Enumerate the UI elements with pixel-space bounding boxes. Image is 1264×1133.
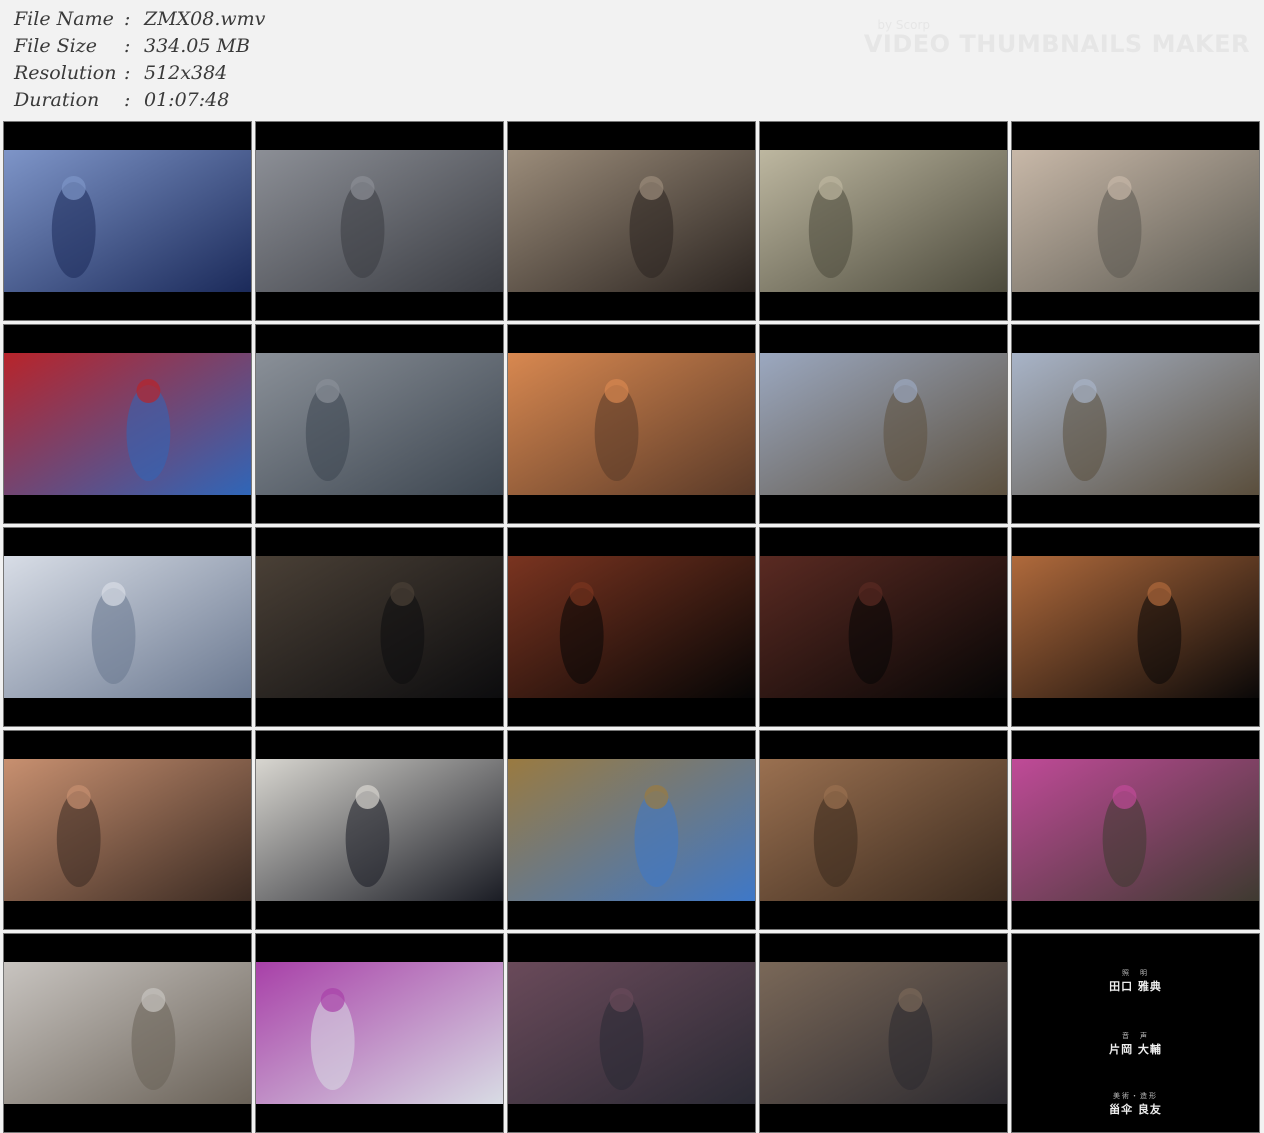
video-thumbnail [1011, 527, 1260, 727]
info-value: 512x384 [144, 62, 228, 84]
file-info-panel: File Name : ZMX08.wmv File Size : 334.05… [14, 6, 265, 114]
thumbnail-frame [760, 962, 1007, 1104]
video-thumbnail [759, 121, 1008, 321]
info-row-file-name: File Name : ZMX08.wmv [14, 6, 265, 33]
credit-role: 照 明 [1122, 969, 1149, 977]
video-thumbnail [1011, 730, 1260, 930]
thumbnail-frame [508, 556, 755, 698]
credit-entry: 美術・造形甾伞 良友 [1012, 1091, 1259, 1117]
thumbnail-frame [1012, 353, 1259, 495]
thumbnail-frame [760, 556, 1007, 698]
info-separator: : [124, 62, 131, 84]
info-key: Resolution [14, 62, 117, 84]
credit-name: 甾伞 良友 [1109, 1103, 1162, 1116]
video-thumbnail [507, 121, 756, 321]
video-thumbnail [759, 730, 1008, 930]
thumbnail-frame [1012, 759, 1259, 901]
video-thumbnail [759, 527, 1008, 727]
watermark-title: VIDEO THUMBNAILS MAKER [863, 30, 1250, 58]
thumbnail-frame [256, 150, 503, 292]
video-thumbnail [507, 933, 756, 1133]
thumbnail-frame [256, 353, 503, 495]
info-value: ZMX08.wmv [144, 8, 266, 30]
video-thumbnail [1011, 324, 1260, 524]
credit-role: 美術・造形 [1113, 1092, 1158, 1100]
thumbnail-frame [4, 353, 251, 495]
thumbnail-frame [256, 556, 503, 698]
watermark: by Scorp VIDEO THUMBNAILS MAKER [864, 18, 1250, 56]
thumbnail-frame [508, 353, 755, 495]
video-thumbnail [255, 121, 504, 321]
video-thumbnail [759, 324, 1008, 524]
video-thumbnail [759, 933, 1008, 1133]
thumbnail-frame [4, 150, 251, 292]
thumbnail-frame [4, 556, 251, 698]
credit-entry: 照 明田口 雅典 [1012, 968, 1259, 994]
video-thumbnail [3, 527, 252, 727]
thumbnail-frame [1012, 556, 1259, 698]
video-thumbnail [255, 527, 504, 727]
credit-entry: 音 声片岡 大輔 [1012, 1031, 1259, 1057]
thumbnail-frame [760, 759, 1007, 901]
video-thumbnail [1011, 121, 1260, 321]
info-separator: : [124, 8, 131, 30]
info-value: 334.05 MB [144, 35, 250, 57]
thumbnail-frame [508, 150, 755, 292]
video-thumbnail: 照 明田口 雅典音 声片岡 大輔美術・造形甾伞 良友 [1011, 933, 1260, 1133]
thumbnail-frame [256, 962, 503, 1104]
video-thumbnail [255, 324, 504, 524]
thumbnail-frame [256, 759, 503, 901]
video-thumbnail [3, 730, 252, 930]
thumbnail-grid: 照 明田口 雅典音 声片岡 大輔美術・造形甾伞 良友 [3, 121, 1260, 1133]
video-thumbnail [3, 121, 252, 321]
info-separator: : [124, 35, 131, 57]
info-row-file-size: File Size : 334.05 MB [14, 33, 265, 60]
video-thumbnail [3, 933, 252, 1133]
credit-name: 片岡 大輔 [1109, 1043, 1162, 1056]
thumbnail-frame [508, 962, 755, 1104]
thumbnail-frame [760, 353, 1007, 495]
video-thumbnail [3, 324, 252, 524]
video-thumbnail [255, 730, 504, 930]
thumbnail-frame [4, 962, 251, 1104]
video-thumbnail [507, 730, 756, 930]
info-row-duration: Duration : 01:07:48 [14, 87, 265, 114]
thumbnail-frame [508, 759, 755, 901]
thumbnail-frame [760, 150, 1007, 292]
credit-role: 音 声 [1122, 1032, 1149, 1040]
info-key: Duration [14, 89, 100, 111]
thumbnail-frame [4, 759, 251, 901]
info-key: File Name [14, 8, 114, 30]
info-value: 01:07:48 [144, 89, 230, 111]
thumbnail-frame [1012, 150, 1259, 292]
video-thumbnail [255, 933, 504, 1133]
video-thumbnail [507, 324, 756, 524]
info-separator: : [124, 89, 131, 111]
info-key: File Size [14, 35, 97, 57]
credit-name: 田口 雅典 [1109, 980, 1162, 993]
info-row-resolution: Resolution : 512x384 [14, 60, 265, 87]
credits-frame: 照 明田口 雅典音 声片岡 大輔美術・造形甾伞 良友 [1012, 962, 1259, 1116]
video-thumbnail [507, 527, 756, 727]
